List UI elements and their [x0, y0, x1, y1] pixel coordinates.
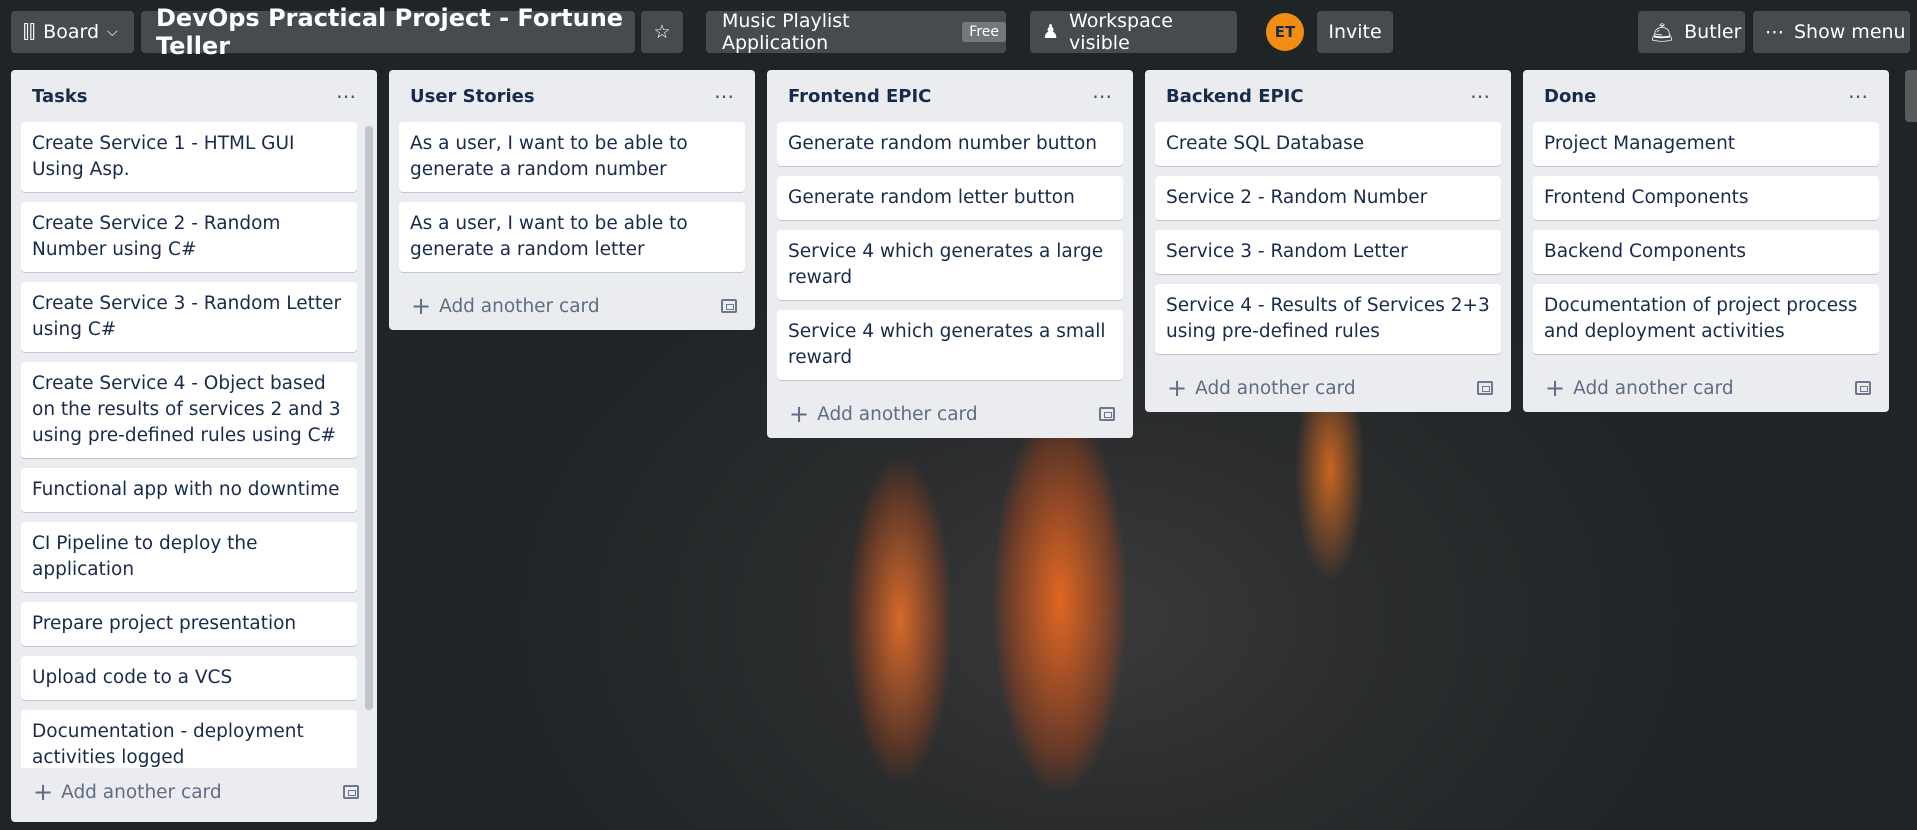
card[interactable]: Service 4 - Results of Services 2+3 usin… — [1155, 284, 1501, 354]
list-title[interactable]: Frontend EPIC — [788, 86, 931, 107]
list-menu-icon[interactable]: ⋯ — [336, 84, 357, 108]
card[interactable]: Documentation - deployment activities lo… — [21, 710, 357, 768]
list-menu-icon[interactable]: ⋯ — [714, 84, 735, 108]
bell-icon: 🛎 — [1650, 21, 1675, 44]
list-header: Tasks ⋯ — [21, 70, 367, 122]
plan-badge: Free — [962, 22, 1006, 42]
list-frontend-epic: Frontend EPIC ⋯ Generate random number b… — [767, 70, 1133, 438]
card[interactable]: Create SQL Database — [1155, 122, 1501, 166]
plus-icon: + — [789, 400, 810, 428]
card[interactable]: Backend Components — [1533, 230, 1879, 274]
list-header: Backend EPIC ⋯ — [1155, 70, 1501, 122]
people-icon: ♟ — [1042, 21, 1060, 43]
add-card-button[interactable]: + Add another card — [777, 390, 1123, 438]
add-card-label: Add another card — [1195, 377, 1356, 399]
list-header: Done ⋯ — [1533, 70, 1879, 122]
board-header: ⫿⫿ Board ⌵ DevOps Practical Project - Fo… — [0, 0, 1917, 64]
card[interactable]: Create Service 2 - Random Number using C… — [21, 202, 357, 272]
card[interactable]: Service 4 which generates a small reward — [777, 310, 1123, 380]
card-scroll-area[interactable]: Create Service 1 - HTML GUI Using Asp. C… — [21, 122, 367, 768]
butler-label: Butler — [1684, 21, 1742, 43]
avatar[interactable]: ET — [1266, 13, 1304, 51]
add-card-button[interactable]: + Add another card — [1533, 364, 1879, 412]
template-icon[interactable] — [1855, 381, 1871, 395]
template-icon[interactable] — [721, 299, 737, 313]
list-title[interactable]: Done — [1544, 86, 1596, 107]
visibility-button[interactable]: ♟ Workspace visible — [1030, 10, 1237, 54]
card[interactable]: Upload code to a VCS — [21, 656, 357, 700]
list-header: Frontend EPIC ⋯ — [777, 70, 1123, 122]
workspace-button[interactable]: Music Playlist Application Free — [706, 10, 1006, 54]
butler-button[interactable]: 🛎 Butler — [1638, 11, 1745, 53]
add-card-label: Add another card — [61, 781, 222, 803]
add-card-label: Add another card — [817, 403, 978, 425]
board-title[interactable]: DevOps Practical Project - Fortune Telle… — [141, 4, 635, 60]
show-menu-label: Show menu — [1794, 21, 1906, 43]
card[interactable]: As a user, I want to be able to generate… — [399, 202, 745, 272]
invite-button[interactable]: Invite — [1317, 11, 1393, 53]
add-card-button[interactable]: + Add another card — [1155, 364, 1501, 412]
plus-icon: + — [1545, 374, 1566, 402]
board-icon: ⫿⫿ — [23, 21, 36, 43]
list-title[interactable]: Backend EPIC — [1166, 86, 1304, 107]
card[interactable]: Create Service 1 - HTML GUI Using Asp. — [21, 122, 357, 192]
list-scrollbar[interactable] — [365, 126, 373, 710]
card[interactable]: Service 4 which generates a large reward — [777, 230, 1123, 300]
list-header: User Stories ⋯ — [399, 70, 745, 122]
list-title[interactable]: Tasks — [32, 86, 88, 107]
card[interactable]: Documentation of project process and dep… — [1533, 284, 1879, 354]
card[interactable]: Create Service 3 - Random Letter using C… — [21, 282, 357, 352]
template-icon[interactable] — [1099, 407, 1115, 421]
plus-icon: + — [1167, 374, 1188, 402]
template-icon[interactable] — [1477, 381, 1493, 395]
card[interactable]: Frontend Components — [1533, 176, 1879, 220]
list-menu-icon[interactable]: ⋯ — [1092, 84, 1113, 108]
show-menu-button[interactable]: ⋯ Show menu — [1753, 11, 1910, 53]
board-view-label: Board — [43, 21, 100, 43]
card[interactable]: Prepare project presentation — [21, 602, 357, 646]
workspace-name: Music Playlist Application — [722, 10, 850, 54]
add-card-label: Add another card — [1573, 377, 1734, 399]
card[interactable]: Service 3 - Random Letter — [1155, 230, 1501, 274]
chevron-down-icon: ⌵ — [107, 24, 118, 40]
card[interactable]: Generate random letter button — [777, 176, 1123, 220]
template-icon[interactable] — [343, 785, 359, 799]
plus-icon: + — [411, 292, 432, 320]
more-icon: ⋯ — [1765, 21, 1784, 43]
list-menu-icon[interactable]: ⋯ — [1848, 84, 1869, 108]
card[interactable]: As a user, I want to be able to generate… — [399, 122, 745, 192]
add-list-edge[interactable] — [1905, 70, 1917, 122]
add-card-button[interactable]: + Add another card — [399, 282, 745, 330]
list-menu-icon[interactable]: ⋯ — [1470, 84, 1491, 108]
list-user-stories: User Stories ⋯ As a user, I want to be a… — [389, 70, 755, 330]
plus-icon: + — [33, 778, 54, 806]
add-card-button[interactable]: + Add another card — [21, 768, 367, 816]
list-backend-epic: Backend EPIC ⋯ Create SQL Database Servi… — [1145, 70, 1511, 412]
list-title[interactable]: User Stories — [410, 86, 535, 107]
visibility-label: Workspace visible — [1069, 10, 1173, 54]
card[interactable]: Service 2 - Random Number — [1155, 176, 1501, 220]
list-tasks: Tasks ⋯ Create Service 1 - HTML GUI Usin… — [11, 70, 377, 822]
card[interactable]: Generate random number button — [777, 122, 1123, 166]
star-icon[interactable]: ☆ — [641, 11, 683, 53]
card[interactable]: Create Service 4 - Object based on the r… — [21, 362, 357, 458]
card[interactable]: Functional app with no downtime — [21, 468, 357, 512]
add-card-label: Add another card — [439, 295, 600, 317]
card[interactable]: CI Pipeline to deploy the application — [21, 522, 357, 592]
list-done: Done ⋯ Project Management Frontend Compo… — [1523, 70, 1889, 412]
board-view-selector[interactable]: ⫿⫿ Board ⌵ — [11, 11, 134, 53]
card[interactable]: Project Management — [1533, 122, 1879, 166]
